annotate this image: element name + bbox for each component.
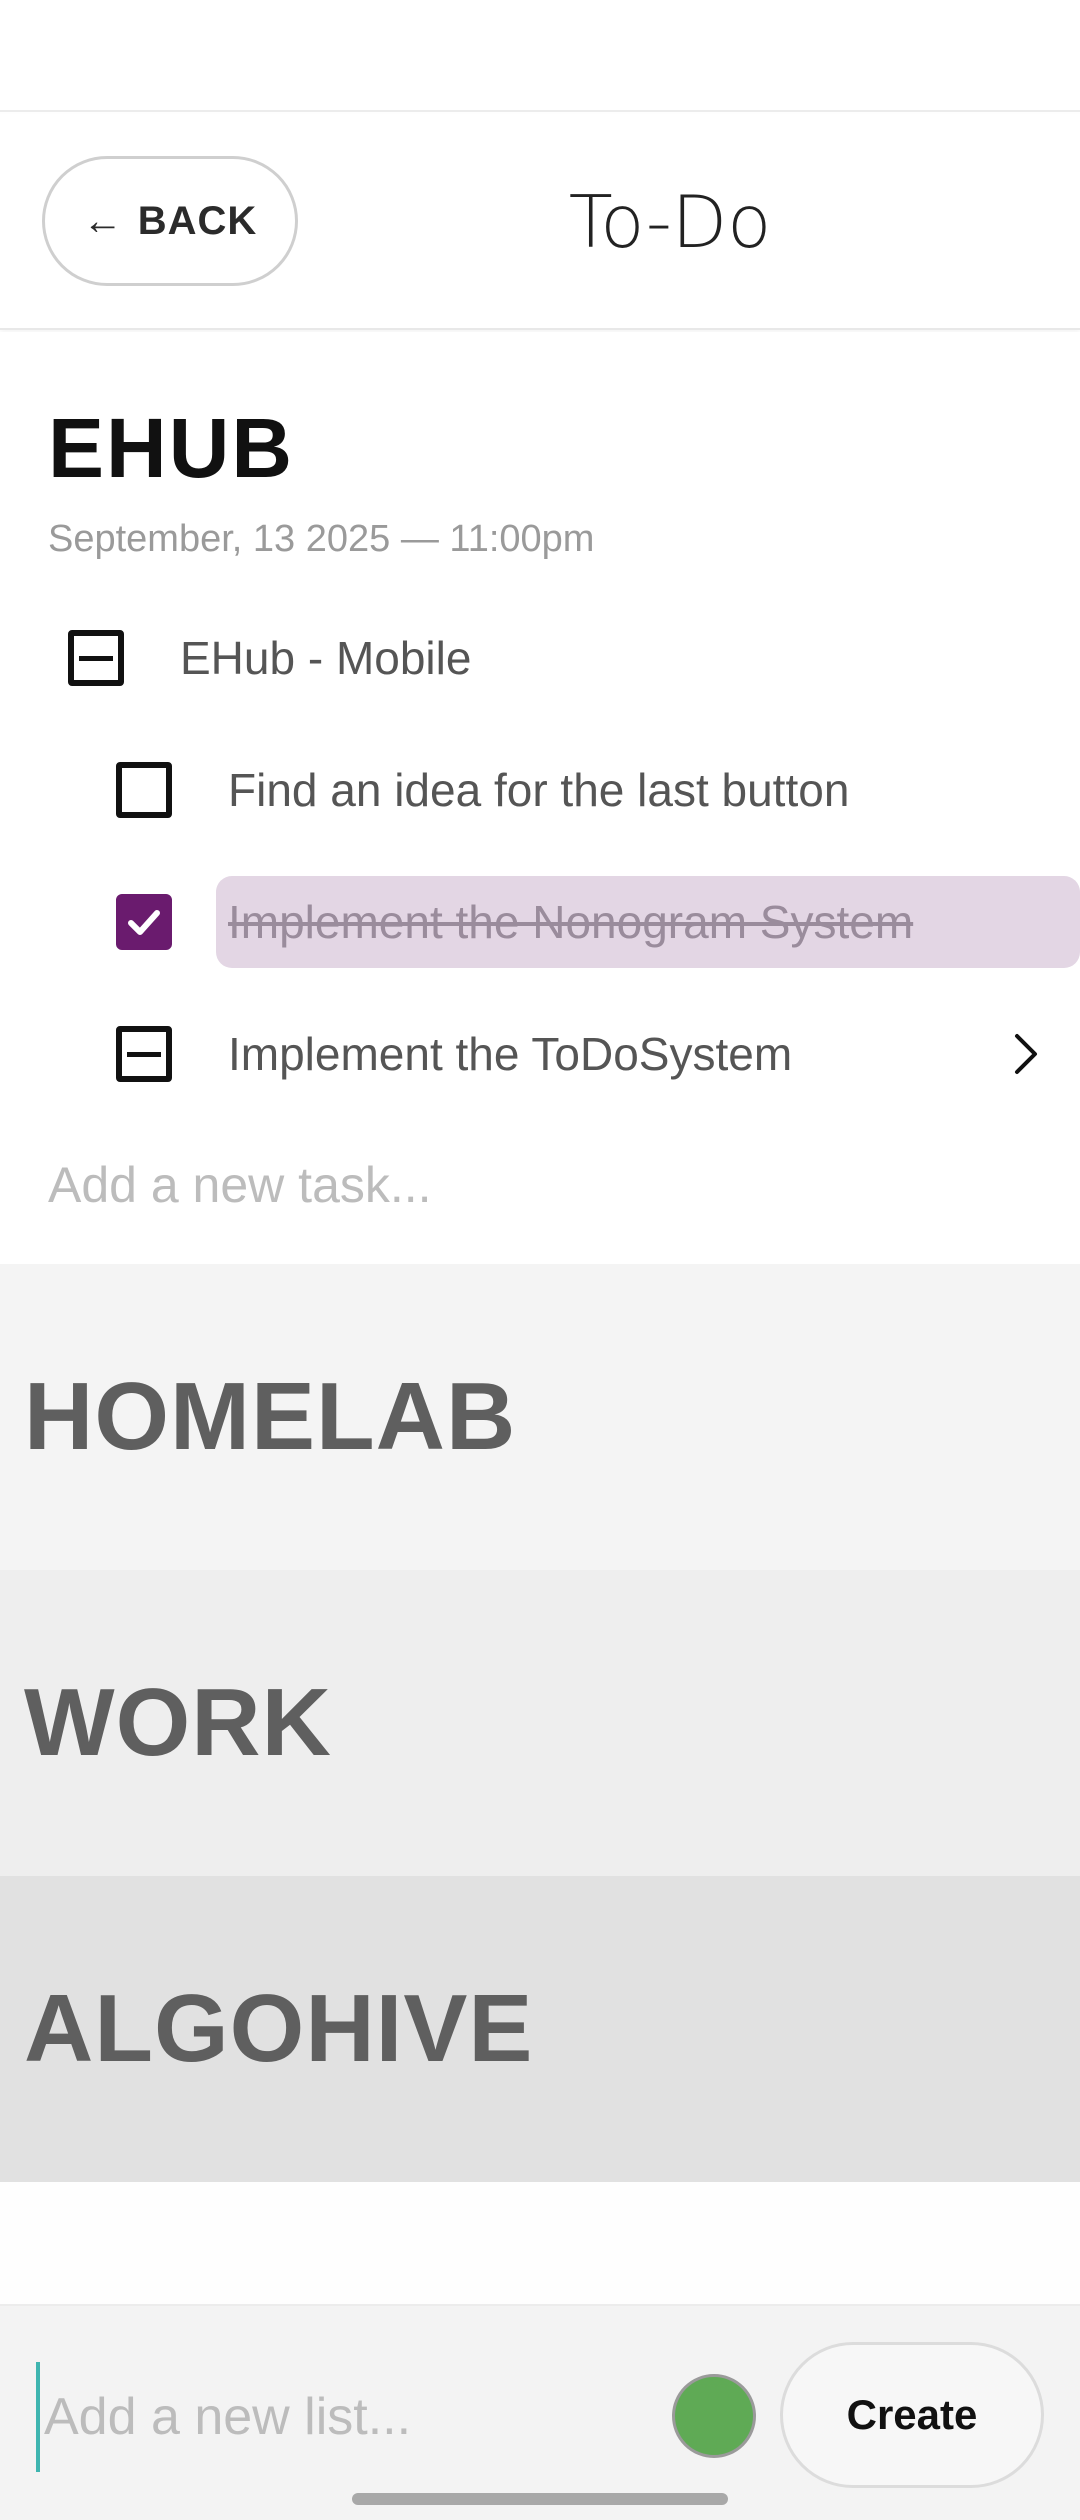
- back-button-label: BACK: [137, 198, 258, 243]
- list-color-picker[interactable]: [672, 2374, 756, 2458]
- add-task-input[interactable]: [48, 1140, 1028, 1230]
- collapsed-list-title: ALGOHIVE: [24, 1975, 534, 2082]
- task-label[interactable]: Find an idea for the last button: [228, 763, 849, 817]
- collapsed-list-homelab[interactable]: HOMELAB: [0, 1264, 1080, 1570]
- collapsed-list-algohive[interactable]: ALGOHIVE: [0, 1876, 1080, 2182]
- back-button[interactable]: ← BACK: [42, 156, 298, 286]
- task-label[interactable]: EHub - Mobile: [180, 631, 471, 685]
- page-title: To-Do: [568, 180, 772, 264]
- task-checkbox-indeterminate[interactable]: [68, 630, 124, 686]
- open-todo-list: EHUB September, 13 2025 — 11:00pm EHub -…: [0, 332, 1080, 1264]
- status-bar: [0, 0, 1080, 112]
- task-checkbox-indeterminate[interactable]: [116, 1026, 172, 1082]
- list-date: September, 13 2025 — 11:00pm: [48, 518, 595, 560]
- task-row-selected[interactable]: Implement the Nonogram System: [0, 866, 1080, 978]
- chevron-right-icon[interactable]: [1006, 1024, 1046, 1084]
- new-list-bar: Create: [0, 2304, 1080, 2520]
- collapsed-list-work[interactable]: WORK: [0, 1570, 1080, 1876]
- collapsed-list-title: HOMELAB: [24, 1363, 517, 1470]
- create-list-button[interactable]: Create: [780, 2342, 1044, 2488]
- task-checkbox-unchecked[interactable]: [116, 762, 172, 818]
- app-header: ← BACK To-Do: [0, 114, 1080, 330]
- task-row[interactable]: EHub - Mobile: [0, 602, 1080, 714]
- task-row[interactable]: Implement the ToDoSystem: [0, 998, 1080, 1110]
- home-indicator[interactable]: [352, 2493, 728, 2505]
- task-checkbox-checked[interactable]: [116, 894, 172, 950]
- check-icon: [128, 910, 160, 935]
- list-title[interactable]: EHUB: [48, 400, 294, 497]
- collapsed-list-title: WORK: [24, 1669, 332, 1776]
- left-arrow-icon: ←: [82, 198, 124, 243]
- task-row[interactable]: Find an idea for the last button: [0, 734, 1080, 846]
- add-list-input[interactable]: [36, 2362, 636, 2472]
- task-label-completed[interactable]: Implement the Nonogram System: [228, 895, 913, 949]
- task-label[interactable]: Implement the ToDoSystem: [228, 1027, 792, 1081]
